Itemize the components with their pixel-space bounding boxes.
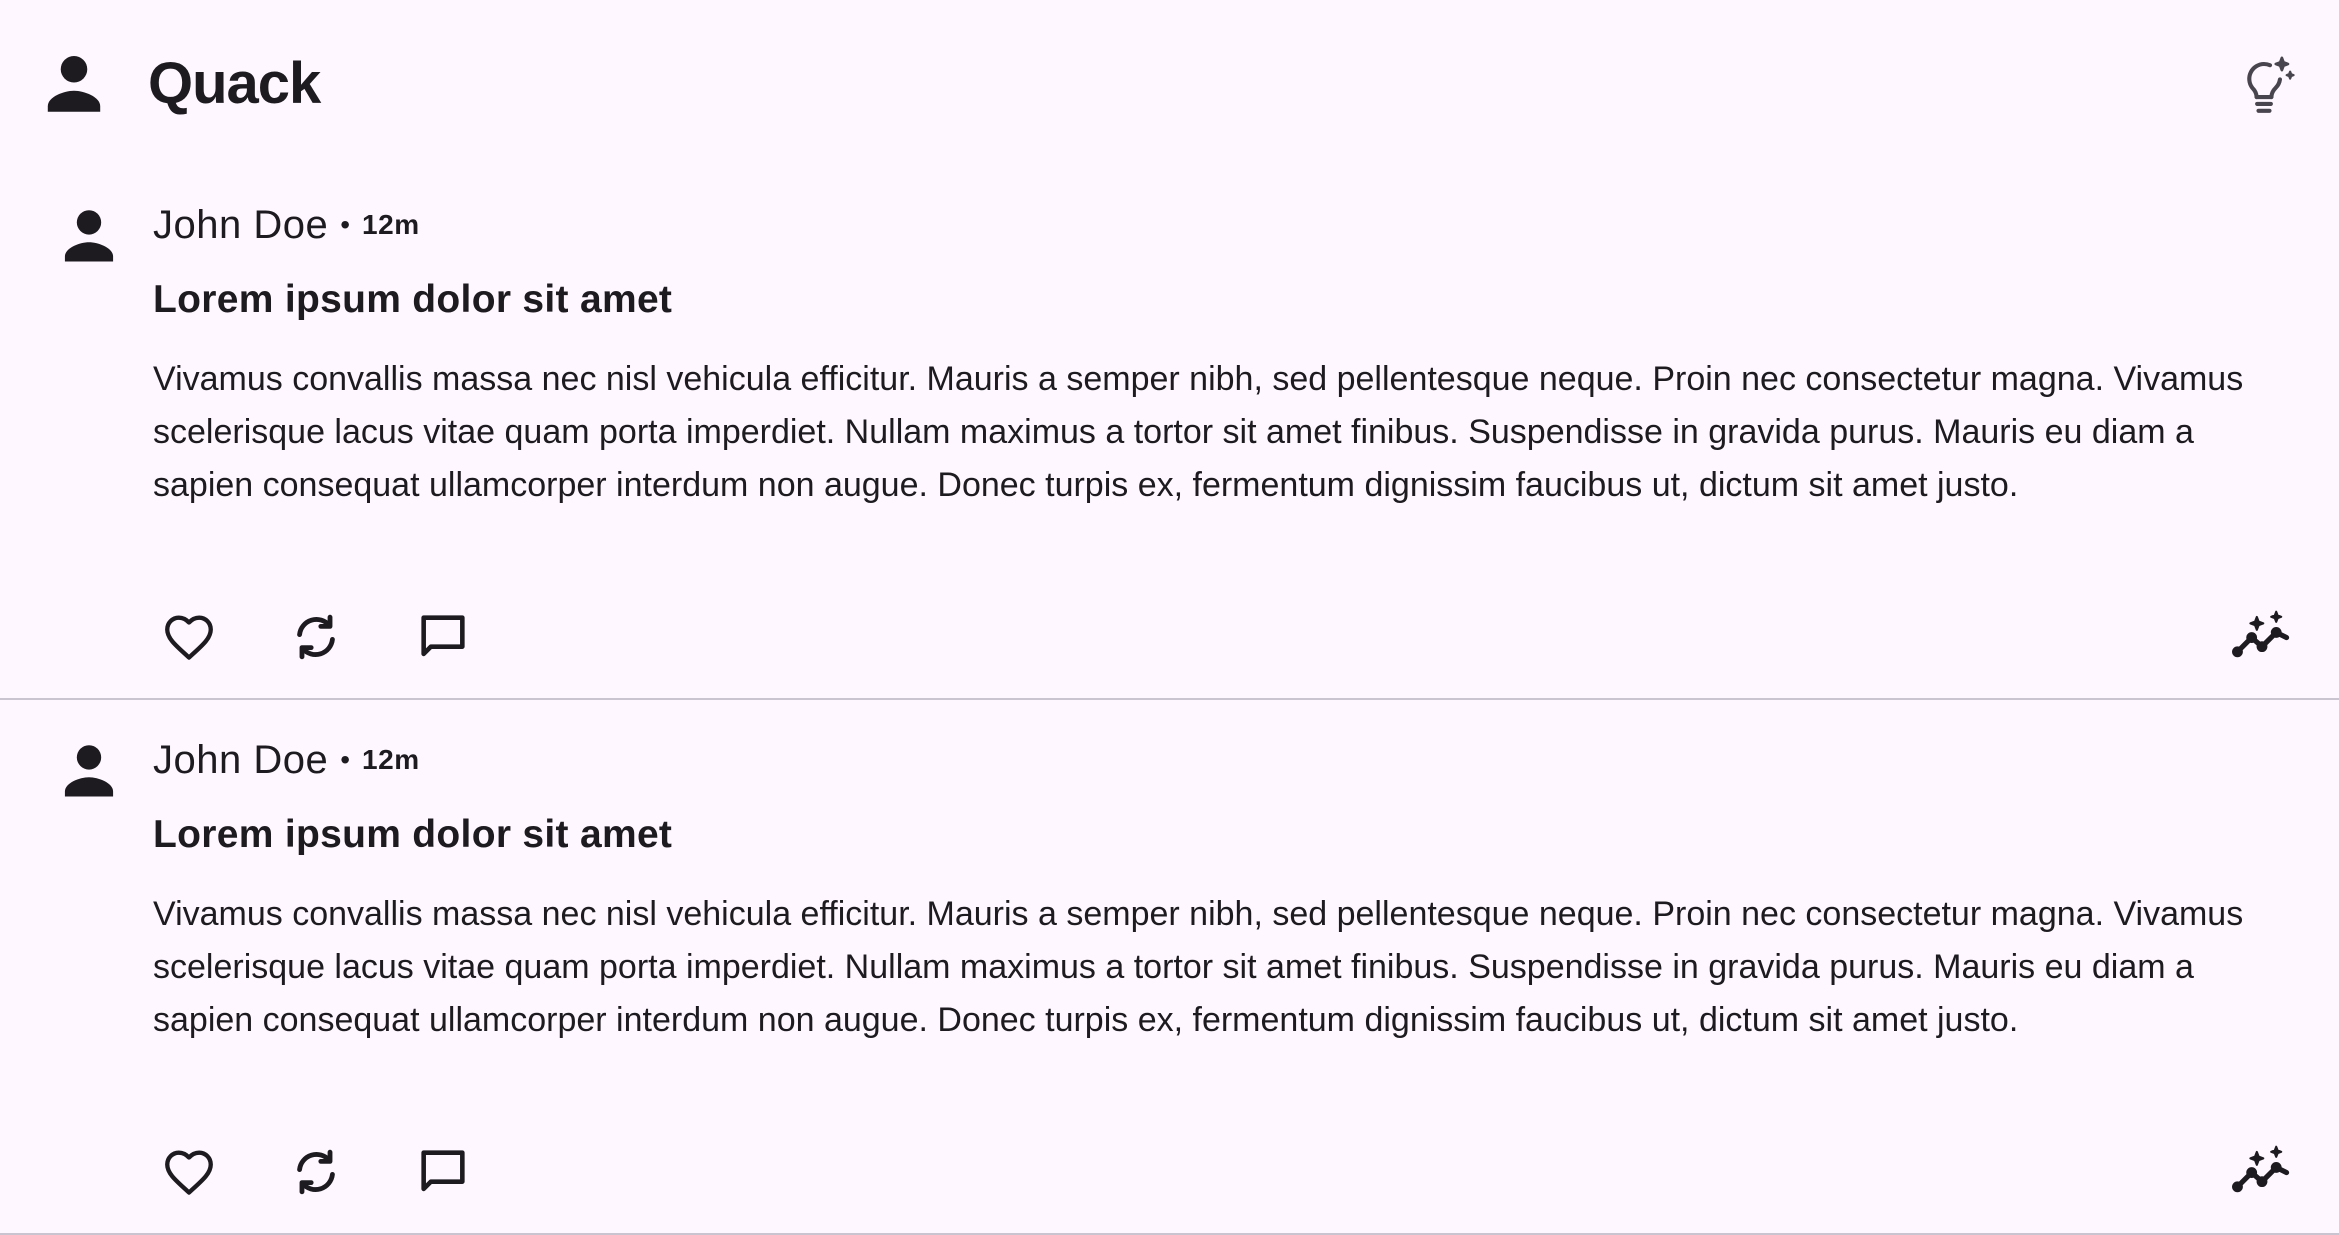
separator-dot: • bbox=[340, 209, 351, 240]
post-time: 12m bbox=[362, 744, 420, 775]
post-title: Lorem ipsum dolor sit amet bbox=[153, 813, 673, 856]
insights-sparkle-icon[interactable] bbox=[2226, 1134, 2298, 1206]
post-card[interactable]: John Doe • 12m Lorem ipsum dolor sit ame… bbox=[0, 700, 2339, 1235]
comment-icon[interactable] bbox=[407, 601, 479, 673]
insights-sparkle-icon[interactable] bbox=[2226, 599, 2298, 671]
heart-icon[interactable] bbox=[153, 601, 225, 673]
author-name[interactable]: John Doe bbox=[153, 738, 328, 783]
lightbulb-sparkle-icon[interactable] bbox=[2228, 50, 2300, 122]
person-icon[interactable] bbox=[55, 737, 123, 805]
app-title: Quack bbox=[148, 51, 321, 116]
post-time: 12m bbox=[362, 209, 420, 240]
post-actions bbox=[153, 1132, 534, 1212]
post-body: Vivamus convallis massa nec nisl vehicul… bbox=[153, 895, 2244, 1039]
post-title: Lorem ipsum dolor sit amet bbox=[153, 278, 673, 321]
post-feed: John Doe • 12m Lorem ipsum dolor sit ame… bbox=[0, 165, 2339, 1235]
heart-icon[interactable] bbox=[153, 1136, 225, 1208]
post-header: John Doe • 12m bbox=[153, 732, 420, 788]
post-header: John Doe • 12m bbox=[153, 197, 420, 253]
person-icon[interactable] bbox=[55, 202, 123, 270]
top-app-bar: Quack bbox=[0, 0, 2339, 160]
person-icon[interactable] bbox=[37, 47, 111, 121]
post-actions bbox=[153, 597, 534, 677]
author-name[interactable]: John Doe bbox=[153, 203, 328, 248]
repost-icon[interactable] bbox=[280, 1136, 352, 1208]
post-body: Vivamus convallis massa nec nisl vehicul… bbox=[153, 360, 2244, 504]
comment-icon[interactable] bbox=[407, 1136, 479, 1208]
post-card[interactable]: John Doe • 12m Lorem ipsum dolor sit ame… bbox=[0, 165, 2339, 700]
separator-dot: • bbox=[340, 744, 351, 775]
repost-icon[interactable] bbox=[280, 601, 352, 673]
